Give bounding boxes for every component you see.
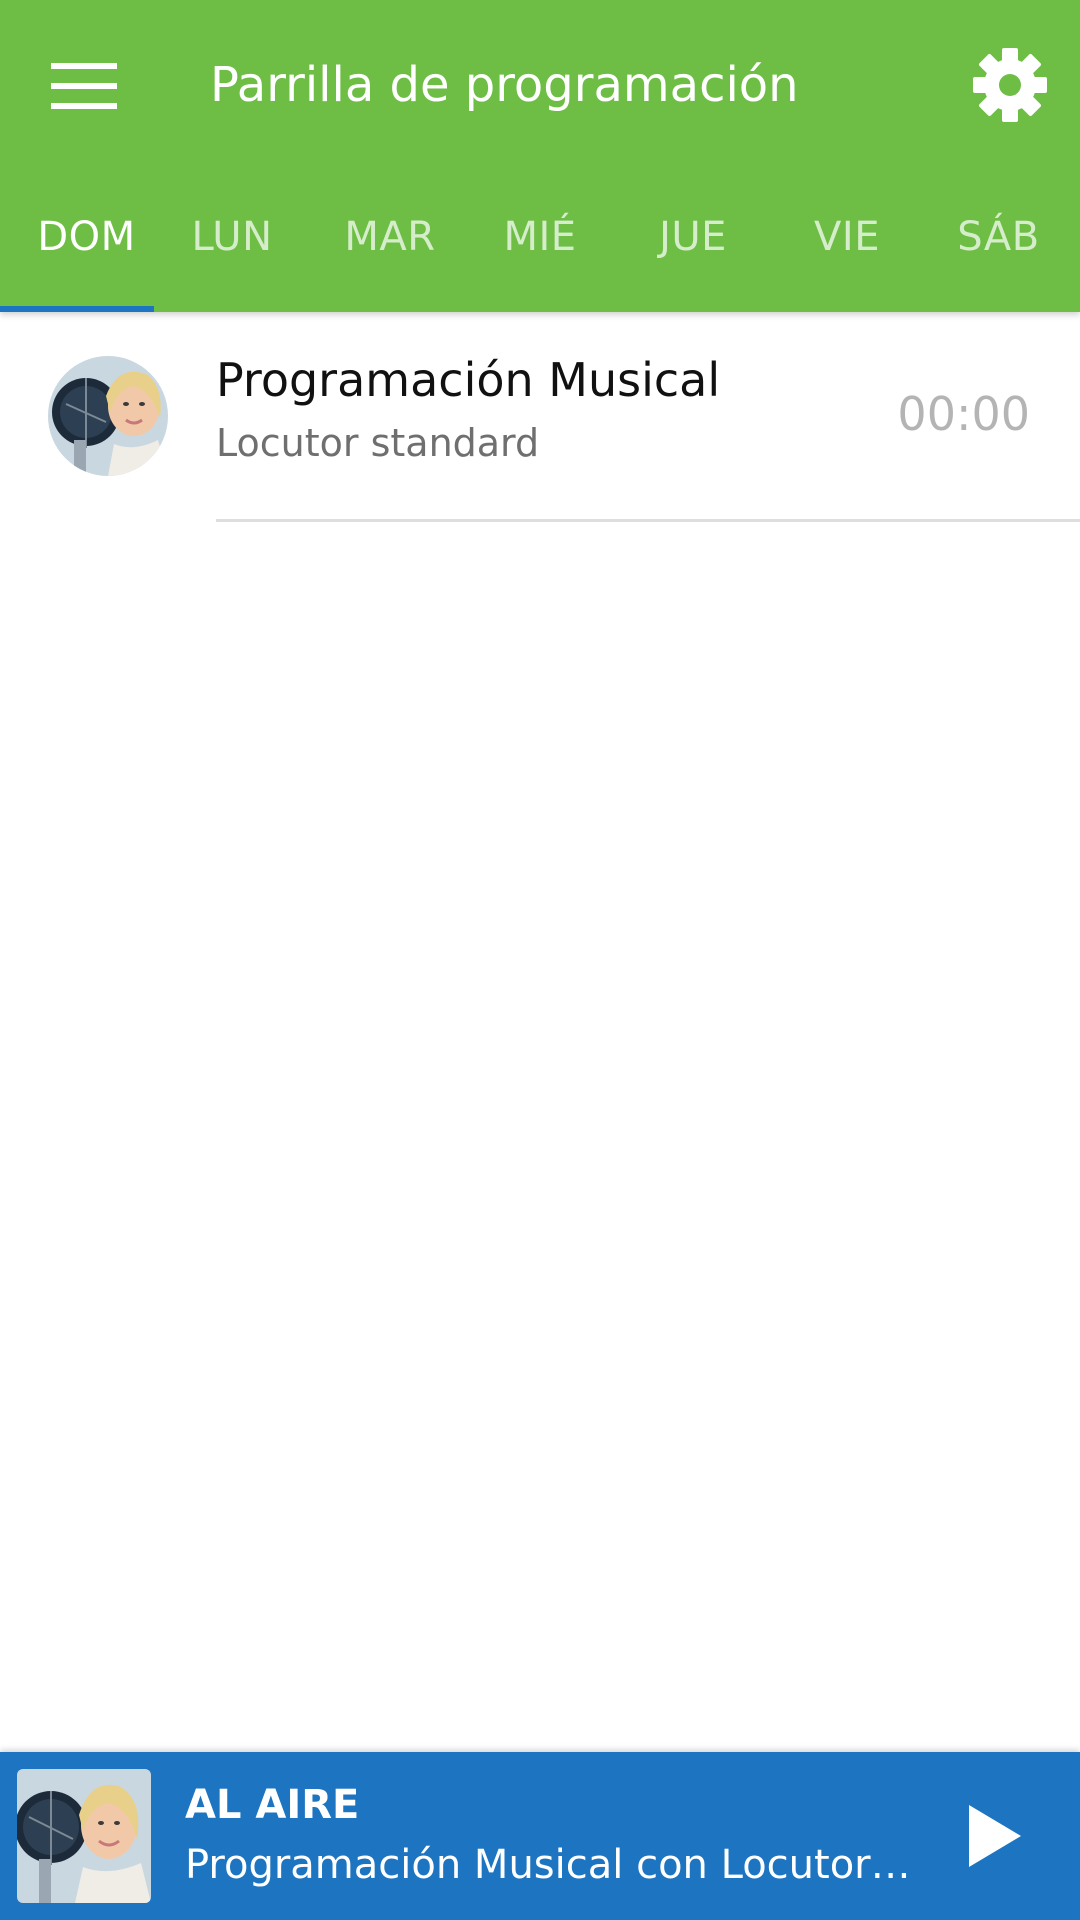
schedule-screen: Parrilla de programación DOM LUN MAR MIÉ… bbox=[0, 0, 1080, 1920]
program-time: 00:00 bbox=[897, 387, 1030, 441]
tab-label: MAR bbox=[344, 214, 436, 260]
tab-label: DOM bbox=[37, 214, 136, 260]
gear-icon bbox=[973, 48, 1047, 122]
program-title: Programación Musical bbox=[216, 353, 721, 407]
now-playing-track: Programación Musical con Locutor standar… bbox=[185, 1842, 915, 1888]
app-bar: Parrilla de programación DOM LUN MAR MIÉ… bbox=[0, 0, 1080, 312]
page-title: Parrilla de programación bbox=[210, 57, 799, 113]
host-photo-image bbox=[17, 1769, 151, 1903]
tab-label: VIE bbox=[814, 214, 880, 260]
list-item[interactable]: Programación Musical Locutor standard 00… bbox=[0, 312, 1080, 522]
tab-dom[interactable]: DOM bbox=[0, 195, 173, 312]
on-air-label: AL AIRE bbox=[185, 1782, 360, 1828]
schedule-list: Programación Musical Locutor standard 00… bbox=[0, 312, 1080, 522]
player-artwork bbox=[17, 1769, 151, 1903]
menu-button[interactable] bbox=[32, 40, 136, 132]
tab-mar[interactable]: MAR bbox=[309, 195, 471, 312]
tab-vie[interactable]: VIE bbox=[777, 195, 917, 312]
tab-jue[interactable]: JUE bbox=[609, 195, 777, 312]
play-icon bbox=[969, 1805, 1021, 1867]
play-button[interactable] bbox=[940, 1786, 1050, 1886]
tab-mie[interactable]: MIÉ bbox=[471, 195, 609, 312]
program-host: Locutor standard bbox=[216, 421, 540, 465]
avatar bbox=[48, 356, 168, 476]
now-playing-bar[interactable]: AL AIRE Programación Musical con Locutor… bbox=[0, 1752, 1080, 1920]
tab-label: LUN bbox=[191, 214, 273, 260]
tab-label: JUE bbox=[659, 214, 727, 260]
host-avatar-image bbox=[48, 356, 168, 476]
tab-lun[interactable]: LUN bbox=[155, 195, 309, 312]
tab-label: MIÉ bbox=[503, 214, 577, 260]
tab-label: SÁB bbox=[957, 214, 1040, 260]
day-tabs: DOM LUN MAR MIÉ JUE VIE SÁB bbox=[0, 195, 1080, 312]
menu-icon bbox=[51, 63, 117, 109]
tab-sab[interactable]: SÁB bbox=[917, 195, 1080, 312]
settings-button[interactable] bbox=[958, 38, 1062, 132]
divider bbox=[216, 519, 1080, 522]
active-tab-indicator bbox=[0, 306, 154, 312]
